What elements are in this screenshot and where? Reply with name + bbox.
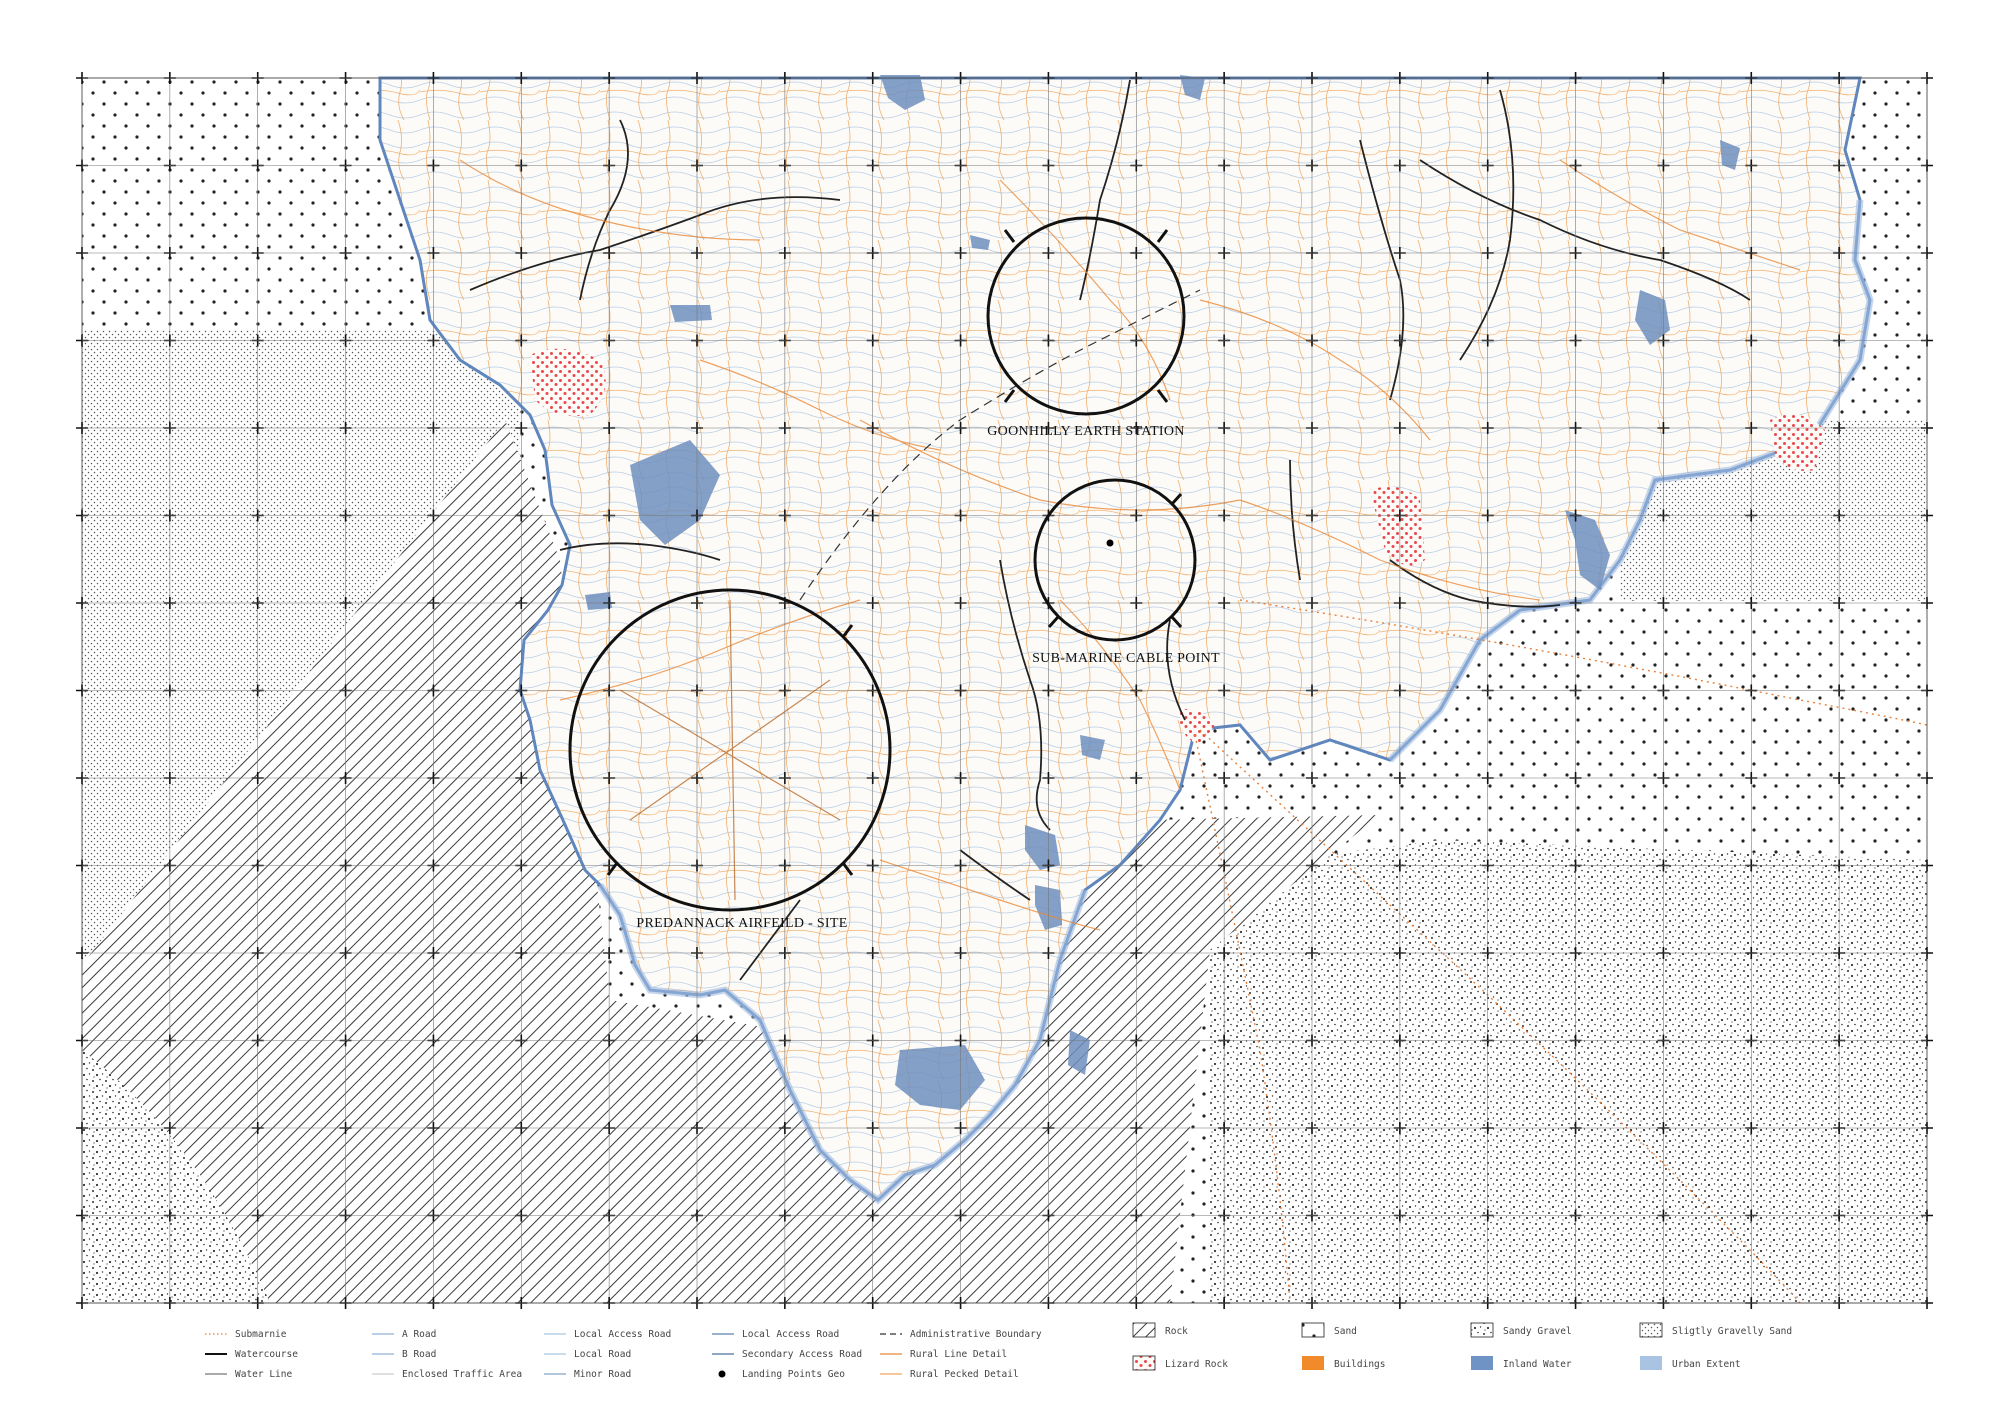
legend-label: Secondary Access Road [742, 1349, 862, 1360]
legend-area-label: Urban Extent [1672, 1359, 1741, 1370]
legend-area-swatch [1132, 1322, 1156, 1338]
legend-item: Rural Line Detail [880, 1349, 1007, 1360]
legend-item: Secondary Access Road [712, 1349, 862, 1360]
legend-item: Local Road [544, 1349, 631, 1360]
legend-item: Minor Road [544, 1369, 631, 1380]
legend-area-item: Buildings [1302, 1356, 1385, 1370]
legend-swatch [718, 1370, 726, 1378]
legend-item: Enclosed Traffic Area [372, 1369, 522, 1380]
legend-area-item: Sligtly Gravelly Sand [1639, 1322, 1792, 1338]
legend-area-swatch [1639, 1322, 1663, 1338]
legend-item: Watercourse [205, 1349, 298, 1360]
legend-label: Enclosed Traffic Area [402, 1369, 522, 1380]
legend-label: Submarnie [235, 1329, 287, 1340]
legend-label: Watercourse [235, 1349, 298, 1360]
map-legend: Submarnie Watercourse Water Line A Road B Ro… [205, 1322, 1792, 1380]
legend-label: Rural Line Detail [910, 1349, 1007, 1360]
water-6 [670, 305, 712, 322]
map-canvas: GOONHILLY EARTH STATION SUB-MARINE CABLE… [76, 72, 1933, 1380]
legend-item: Local Access Road [544, 1329, 671, 1340]
legend-area-label: Rock [1165, 1326, 1188, 1337]
legend-label: Local Access Road [574, 1329, 671, 1340]
sea-gravel-southeast [1210, 840, 1927, 1303]
legend-area-swatch [1301, 1322, 1325, 1338]
legend-area-item: Sandy Gravel [1470, 1322, 1572, 1338]
legend-area-item: Sand [1301, 1322, 1357, 1338]
legend-label: Landing Points Geo [742, 1369, 845, 1380]
landing-point-dot [1106, 539, 1114, 547]
legend-label: Water Line [235, 1369, 292, 1380]
legend-area-label: Buildings [1334, 1359, 1385, 1370]
legend-item: Rural Pecked Detail [880, 1369, 1019, 1380]
goonhilly-label: GOONHILLY EARTH STATION [987, 424, 1184, 439]
airfield-label: PREDANNACK AIRFEILD - SITE [636, 916, 847, 931]
legend-item: A Road [372, 1329, 436, 1340]
legend-item: Submarnie [205, 1329, 287, 1340]
legend-label: B Road [402, 1349, 436, 1360]
legend-area-item: Urban Extent [1640, 1356, 1741, 1370]
legend-area-label: Inland Water [1503, 1359, 1572, 1370]
water-13 [585, 592, 612, 610]
legend-label: Local Road [574, 1349, 631, 1360]
legend-label: Local Access Road [742, 1329, 839, 1340]
legend-area-item: Rock [1132, 1322, 1188, 1338]
legend-label: Minor Road [574, 1369, 631, 1380]
legend-area-label: Sligtly Gravelly Sand [1672, 1326, 1792, 1337]
legend-area-label: Lizard Rock [1165, 1359, 1228, 1370]
legend-area-swatch [1471, 1356, 1493, 1370]
legend-label: Rural Pecked Detail [910, 1369, 1019, 1380]
legend-label: A Road [402, 1329, 436, 1340]
legend-area-swatch [1302, 1356, 1324, 1370]
legend-item: Landing Points Geo [718, 1369, 845, 1380]
legend-item: Local Access Road [712, 1329, 839, 1340]
legend-area-label: Sandy Gravel [1503, 1326, 1572, 1337]
legend-area-swatch [1640, 1356, 1662, 1370]
cable-point-label: SUB-MARINE CABLE POINT [1032, 651, 1220, 666]
legend-item: Water Line [205, 1369, 292, 1380]
legend-area-label: Sand [1334, 1326, 1357, 1337]
legend-label: Administrative Boundary [910, 1329, 1042, 1340]
legend-item: Administrative Boundary [880, 1329, 1042, 1340]
legend-item: B Road [372, 1349, 436, 1360]
legend-area-item: Lizard Rock [1132, 1355, 1228, 1371]
legend-area-swatch [1470, 1322, 1494, 1338]
legend-area-swatch [1132, 1355, 1156, 1371]
legend-area-item: Inland Water [1471, 1356, 1572, 1370]
